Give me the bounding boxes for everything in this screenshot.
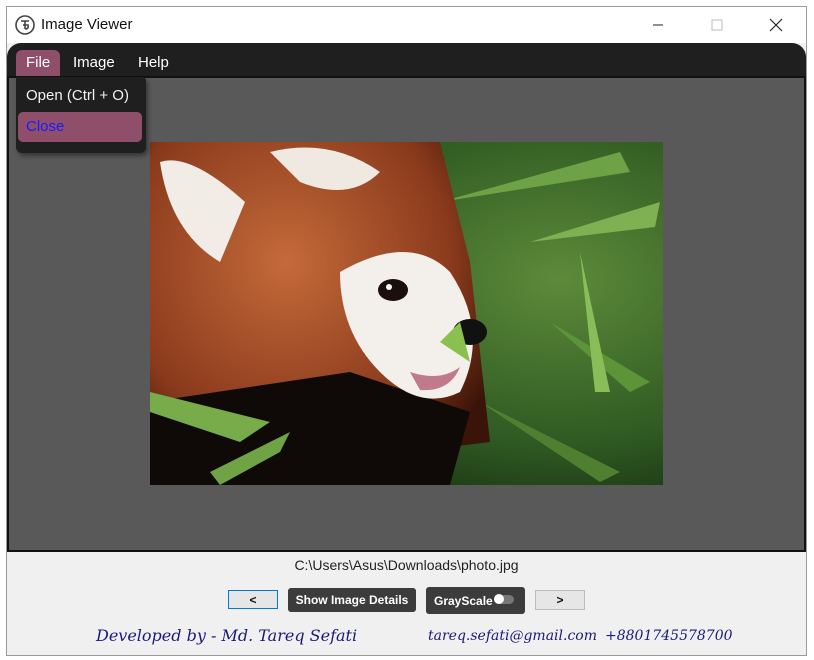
maximize-icon [711, 19, 723, 31]
menu-file[interactable]: File [16, 50, 61, 78]
next-image-button[interactable]: > [535, 590, 585, 610]
app-logo-icon [15, 15, 35, 35]
developer-email: tareq.sefati@gmail.com [428, 628, 597, 644]
menu-open-item[interactable]: Open (Ctrl + O) [18, 81, 142, 111]
show-image-details-button[interactable]: Show Image Details [288, 588, 416, 612]
close-window-button[interactable] [753, 7, 799, 43]
minimize-icon [653, 24, 663, 26]
grayscale-label: GrayScale [434, 593, 493, 608]
red-panda-photo [150, 142, 663, 485]
menu-bar: File Image Help [7, 43, 806, 78]
displayed-photo [150, 142, 663, 485]
minimize-button[interactable] [635, 7, 681, 43]
menu-close-item[interactable]: Close [18, 112, 142, 142]
menu-help[interactable]: Help [128, 50, 179, 78]
toggle-switch-icon[interactable] [494, 594, 514, 604]
maximize-button[interactable] [694, 7, 740, 43]
previous-image-button[interactable]: < [228, 590, 278, 609]
close-icon [769, 18, 783, 32]
toggle-knob [494, 594, 504, 604]
developer-credit: Developed by - Md. Tareq Sefati [96, 626, 358, 645]
title-bar[interactable]: Image Viewer [7, 7, 806, 43]
developer-phone: +8801745578700 [605, 628, 733, 644]
file-dropdown-menu: Open (Ctrl + O) Close [16, 77, 146, 153]
image-path-label: C:\Users\Asus\Downloads\photo.jpg [294, 557, 519, 573]
window-title: Image Viewer [41, 16, 133, 33]
grayscale-toggle-button[interactable]: GrayScale [426, 587, 525, 614]
menu-image[interactable]: Image [63, 50, 125, 78]
app-window: Image Viewer File Image Help Open (Ctrl … [6, 6, 807, 656]
